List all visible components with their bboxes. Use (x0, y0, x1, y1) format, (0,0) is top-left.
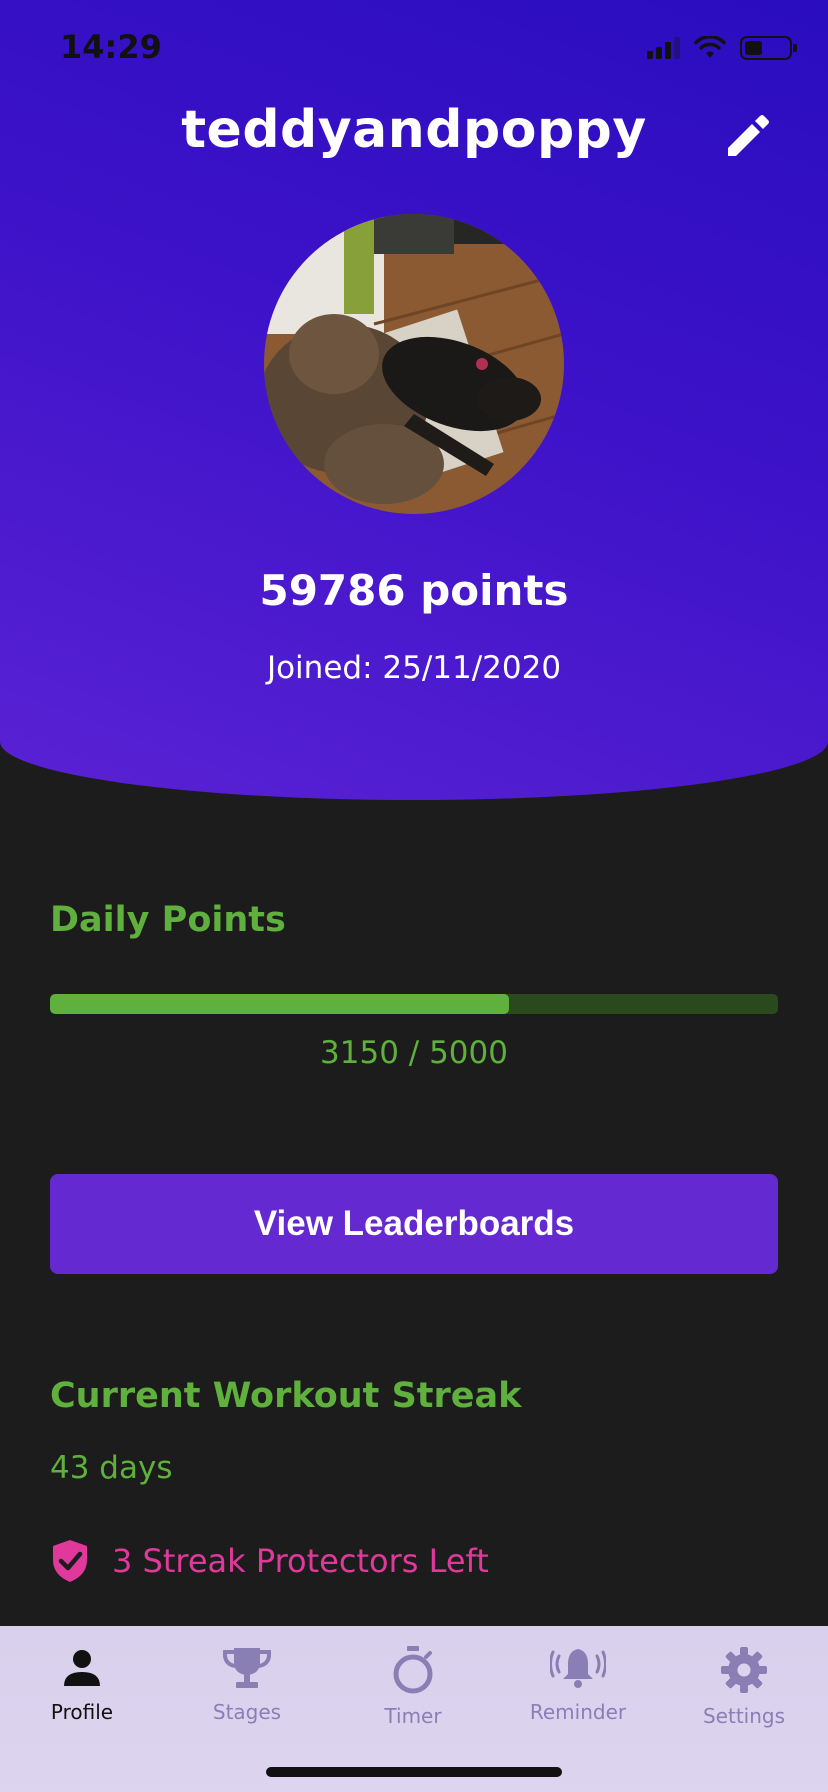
tab-label: Profile (50, 1700, 114, 1724)
joined-date: Joined: 25/11/2020 (266, 650, 562, 686)
view-leaderboards-button[interactable]: View Leaderboards (50, 1174, 778, 1274)
tab-label: Timer (384, 1704, 442, 1728)
daily-points-progress-fill (50, 994, 509, 1014)
tab-profile[interactable]: Profile (12, 1646, 152, 1724)
home-indicator (266, 1767, 562, 1777)
shield-check-icon (53, 1540, 87, 1582)
trophy-icon (222, 1648, 272, 1688)
daily-points-title: Daily Points (50, 900, 286, 940)
profile-header: 14:29 teddyandpoppy 59786 points Joined:… (0, 0, 828, 800)
tab-label: Settings (702, 1704, 786, 1728)
tab-stages[interactable]: Stages (177, 1646, 317, 1724)
tab-label: Stages (212, 1700, 282, 1724)
gear-icon (721, 1647, 767, 1693)
tab-settings[interactable]: Settings (674, 1646, 814, 1728)
ringing-bell-icon (550, 1649, 606, 1688)
tab-label: Reminder (529, 1700, 627, 1724)
tab-reminder[interactable]: Reminder (508, 1646, 648, 1724)
workout-streak-title: Current Workout Streak (50, 1376, 522, 1416)
stopwatch-icon (393, 1646, 433, 1694)
daily-points-progress-bar (50, 994, 778, 1014)
tab-timer[interactable]: Timer (343, 1646, 483, 1728)
status-time: 14:29 (60, 28, 162, 66)
total-points: 59786 points (259, 566, 569, 615)
workout-streak-days: 43 days (50, 1450, 173, 1486)
avatar[interactable] (264, 214, 564, 514)
edit-pencil-icon[interactable] (720, 108, 776, 164)
cellular-signal-icon (647, 37, 680, 59)
avatar-photo (264, 214, 564, 514)
daily-points-progress-text: 3150 / 5000 (320, 1035, 508, 1071)
streak-protectors: 3 Streak Protectors Left (50, 1538, 489, 1584)
status-icons (647, 36, 797, 60)
streak-protectors-label: 3 Streak Protectors Left (112, 1542, 489, 1580)
person-icon (64, 1650, 100, 1686)
wifi-icon (694, 36, 726, 58)
battery-icon (740, 36, 797, 60)
username: teddyandpoppy (181, 100, 647, 160)
